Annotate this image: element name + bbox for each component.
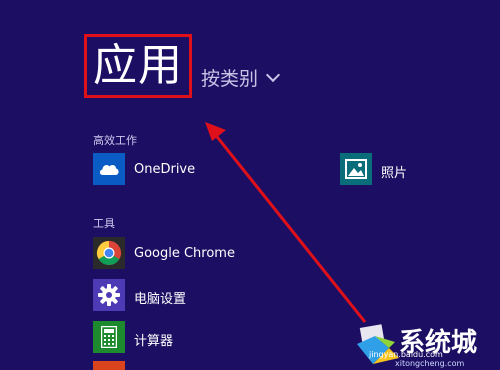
group-header-tools: 工具 <box>93 217 115 230</box>
apps-title-highlight: 应用 <box>84 34 192 98</box>
app-label-onedrive[interactable]: OneDrive <box>134 162 195 177</box>
page-title: 应用 <box>93 40 183 91</box>
sort-label: 按类别 <box>201 68 259 90</box>
chevron-down-icon <box>265 67 281 82</box>
pc-settings-tile[interactable] <box>93 279 125 311</box>
chrome-icon <box>96 241 122 266</box>
photo-icon <box>345 159 367 179</box>
calculator-tile[interactable] <box>93 321 125 353</box>
app-label-chrome[interactable]: Google Chrome <box>134 246 235 261</box>
app-label-calculator[interactable]: 计算器 <box>134 330 173 349</box>
onedrive-tile[interactable] <box>93 153 125 185</box>
annotation-arrow <box>205 122 367 323</box>
gear-icon <box>98 284 120 306</box>
watermark-url-secondary: xitongcheng.com <box>395 359 465 368</box>
app-label-pc-settings[interactable]: 电脑设置 <box>134 288 186 307</box>
watermark-url: jingyan.baidu.com <box>369 350 443 359</box>
app-label-photos[interactable]: 照片 <box>381 162 407 181</box>
calculator-icon <box>101 326 117 348</box>
watermark-logo: 系统城 jingyan.baidu.com xitongcheng.com <box>355 318 500 370</box>
cloud-icon <box>99 164 119 175</box>
group-header-productivity: 高效工作 <box>93 134 137 147</box>
chrome-tile[interactable] <box>93 237 125 269</box>
partial-app-tile[interactable] <box>93 361 125 370</box>
photos-tile[interactable] <box>340 153 372 185</box>
sort-by-dropdown[interactable]: 按类别 <box>201 64 281 91</box>
